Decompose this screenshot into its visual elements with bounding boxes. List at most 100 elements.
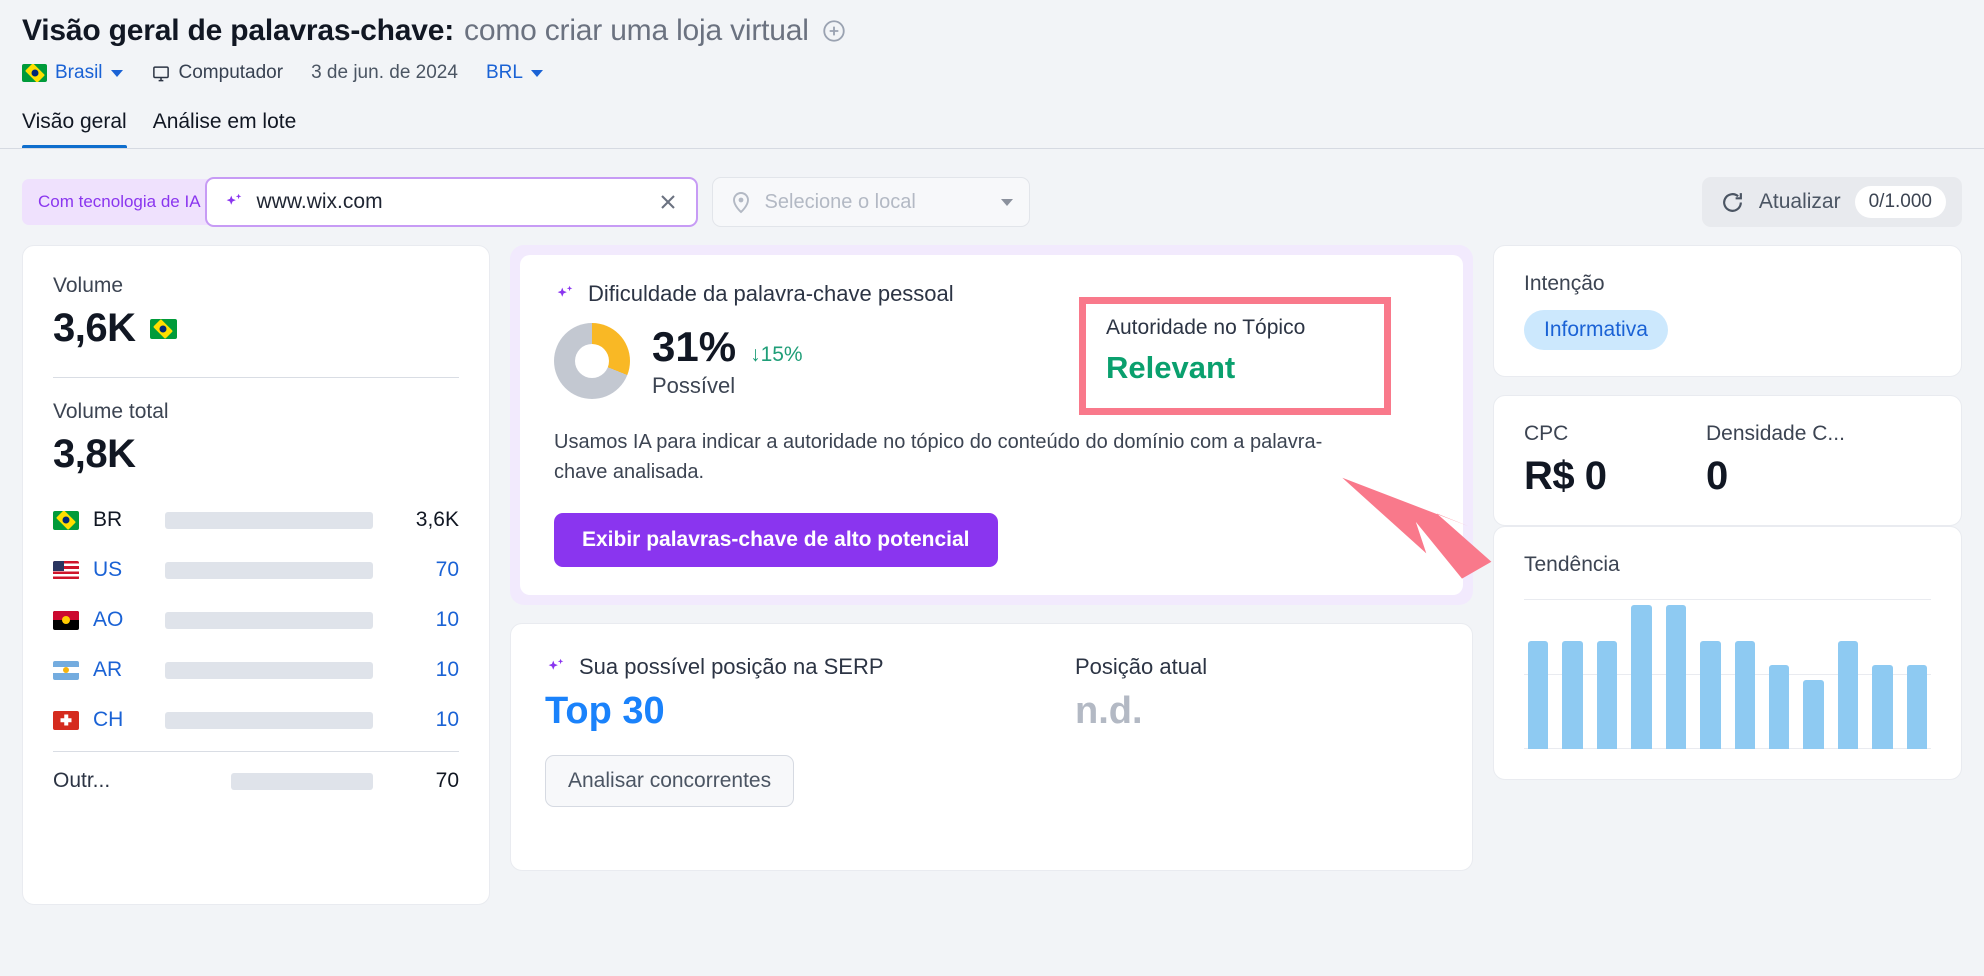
country-bar (165, 611, 373, 629)
page-meta-row: Brasil Computador 3 de jun. de 2024 BRL (22, 62, 1962, 84)
intent-badge[interactable]: Informativa (1524, 310, 1668, 350)
monitor-icon (152, 65, 169, 81)
list-item[interactable]: CH 10 (53, 695, 459, 745)
keyword-overview-page: Visão geral de palavras-chave: como cria… (0, 0, 1984, 976)
possible-position-block: Sua possível posição na SERP Top 30 Anal… (545, 654, 1075, 807)
country-label: Brasil (55, 62, 103, 83)
device-selector[interactable]: Computador (151, 62, 284, 84)
analyze-competitors-button[interactable]: Analisar concorrentes (545, 755, 795, 807)
trend-bar (1596, 641, 1618, 749)
country-selector[interactable]: Brasil (22, 62, 123, 84)
keyword-difficulty-card: Dificuldade da palavra-chave pessoal 31%… (520, 255, 1463, 595)
date-label: 3 de jun. de 2024 (311, 62, 458, 83)
current-position-value: n.d. (1075, 690, 1143, 732)
volume-value-row: 3,6K (53, 306, 459, 351)
trend-bar (1872, 665, 1893, 749)
cpc-value: R$ 0 (1524, 454, 1607, 498)
url-input-wrapper[interactable]: www.wix.com (204, 177, 698, 227)
serp-columns: Sua possível posição na SERP Top 30 Anal… (545, 654, 1438, 807)
flag-ch-icon (53, 710, 79, 730)
location-placeholder: Selecione o local (764, 190, 916, 213)
trend-bar (1803, 680, 1824, 749)
list-item[interactable]: AR 10 (53, 645, 459, 695)
country-code[interactable]: US (93, 558, 151, 582)
chevron-down-icon (1000, 198, 1013, 206)
cpc-block: CPC R$ 0 (1524, 422, 1654, 499)
country-value: 10 (435, 658, 459, 681)
total-volume-value: 3,8K (53, 432, 136, 476)
map-pin-icon (732, 192, 749, 214)
volume-column: Volume 3,6K Volume total 3,8K BR 3,6K US… (22, 245, 490, 905)
close-icon[interactable] (656, 190, 680, 214)
country-bar (165, 511, 373, 529)
refresh-button[interactable]: Atualizar 0/1.000 (1701, 177, 1962, 227)
chevron-down-icon (110, 69, 123, 77)
current-position-label: Posição atual (1075, 654, 1208, 679)
volume-label: Volume (53, 274, 124, 297)
currency-label: BRL (485, 62, 523, 83)
page-title: Visão geral de palavras-chave: como cria… (22, 14, 1962, 48)
ai-sparkle-icon (226, 193, 241, 205)
page-title-prefix: Visão geral de palavras-chave: (22, 14, 455, 47)
flag-br-icon (149, 318, 177, 339)
density-value: 0 (1706, 454, 1728, 498)
right-column: Intenção Informativa CPC R$ 0 Densidade … (1493, 245, 1962, 905)
ai-powered-badge: Com tecnologia de IA (22, 179, 215, 225)
list-item[interactable]: AO 10 (53, 595, 459, 645)
total-volume-label: Volume total (53, 400, 169, 423)
kd-title: Dificuldade da palavra-chave pessoal (588, 281, 954, 306)
kd-level-label: Possível (652, 373, 736, 398)
intent-card: Intenção Informativa (1493, 245, 1962, 377)
country-bar (231, 772, 373, 790)
show-high-potential-keywords-button[interactable]: Exibir palavras-chave de alto potencial (554, 513, 998, 567)
intent-label: Intenção (1524, 272, 1605, 295)
list-item[interactable]: US 70 (53, 545, 459, 595)
tab-batch-analysis[interactable]: Análise em lote (153, 110, 297, 149)
serp-position-card: Sua possível posição na SERP Top 30 Anal… (510, 623, 1473, 871)
cpc-columns: CPC R$ 0 Densidade C... 0 (1524, 422, 1931, 499)
tabs-divider (0, 148, 1984, 149)
ai-card-wrapper: Dificuldade da palavra-chave pessoal 31%… (510, 245, 1473, 605)
trend-bar (1768, 665, 1790, 749)
ai-sparkle-icon (548, 658, 564, 670)
trend-bar (1665, 605, 1687, 749)
flag-ar-icon (53, 660, 79, 680)
country-value: 3,6K (415, 508, 459, 531)
country-value: 10 (435, 608, 459, 631)
country-bar (165, 661, 373, 679)
plus-circle-icon[interactable] (821, 18, 847, 44)
possible-position-label: Sua possível posição na SERP (579, 654, 884, 679)
country-code[interactable]: CH (93, 708, 151, 732)
date-label-wrap: 3 de jun. de 2024 (311, 62, 458, 84)
flag-br-icon (53, 510, 79, 530)
volume-value: 3,6K (53, 306, 136, 350)
page-header: Visão geral de palavras-chave: como cria… (0, 0, 1984, 84)
device-label: Computador (178, 62, 284, 83)
trend-title: Tendência (1524, 553, 1620, 576)
others-label: Outr... (53, 769, 111, 792)
trend-bar (1631, 605, 1652, 749)
density-label: Densidade C... (1706, 422, 1845, 445)
kd-value-block: 31% ↓15% Possível (652, 323, 803, 399)
competitive-density-block: Densidade C... 0 (1706, 422, 1845, 499)
refresh-icon (1722, 192, 1742, 212)
trend-card: Tendência (1493, 526, 1962, 780)
cpc-card: CPC R$ 0 Densidade C... 0 (1493, 395, 1962, 526)
currency-selector[interactable]: BRL (486, 62, 543, 84)
flag-ao-icon (53, 610, 79, 630)
list-item[interactable]: BR 3,6K (53, 495, 459, 545)
url-input[interactable]: www.wix.com (257, 190, 644, 214)
topic-authority-highlight: Autoridade no Tópico Relevant (1079, 297, 1391, 415)
trend-bar (1734, 641, 1755, 749)
tab-overview[interactable]: Visão geral (22, 110, 127, 149)
topic-authority-value: Relevant (1106, 350, 1236, 385)
list-item: Outr... 70 (53, 756, 459, 806)
country-code[interactable]: AO (93, 608, 151, 632)
country-code[interactable]: AR (93, 658, 151, 682)
others-value: 70 (435, 769, 459, 792)
possible-position-value: Top 30 (545, 690, 665, 732)
kd-donut-chart (554, 323, 630, 399)
ai-sparkle-icon (557, 285, 573, 297)
location-select[interactable]: Selecione o local (711, 177, 1030, 227)
trend-bar (1700, 641, 1721, 749)
